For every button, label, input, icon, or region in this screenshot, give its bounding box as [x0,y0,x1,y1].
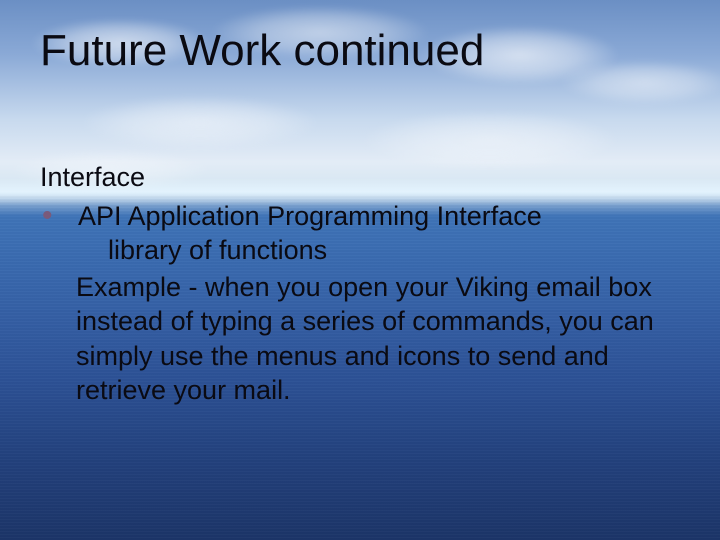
slide-body: Interface • API Application Programming … [40,160,680,408]
slide: Future Work continued Interface • API Ap… [0,0,720,540]
bullet-item: • API Application Programming Interface [40,199,680,234]
example-paragraph: Example - when you open your Viking emai… [76,270,680,408]
bullet-subtext: library of functions [108,233,680,268]
slide-content: Future Work continued Interface • API Ap… [0,0,720,540]
bullet-dot-icon: • [40,199,78,232]
body-subheading: Interface [40,160,680,195]
bullet-text: API Application Programming Interface [78,199,680,234]
slide-title: Future Work continued [40,26,484,76]
